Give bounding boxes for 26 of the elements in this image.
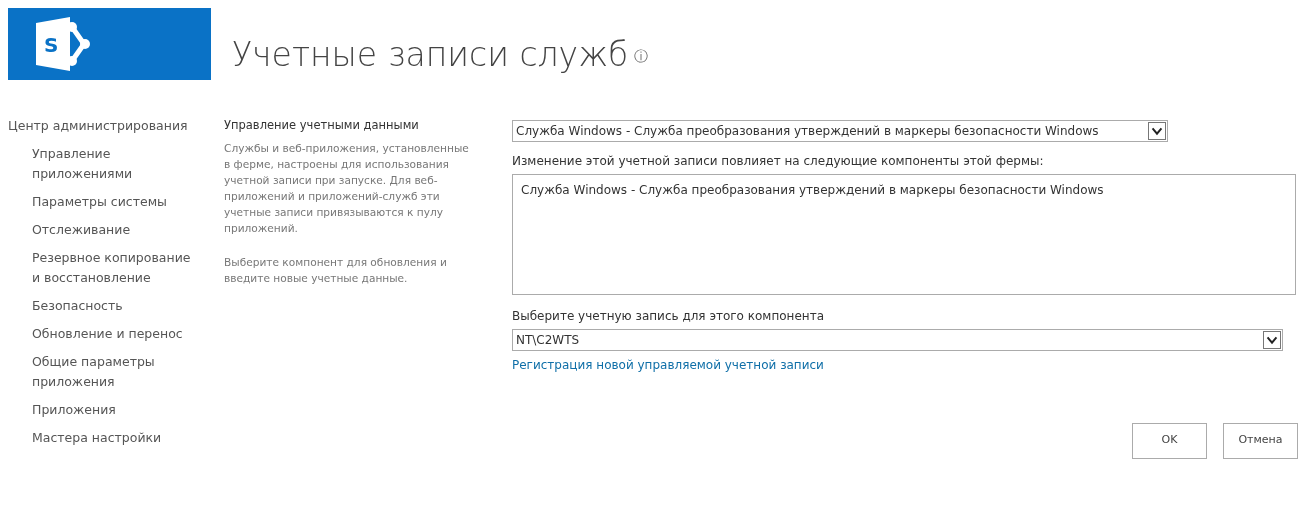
section-title: Управление учетными данными bbox=[224, 117, 420, 134]
nav-link[interactable]: Отслеживание bbox=[32, 220, 202, 240]
nav-link[interactable]: Общие параметры приложения bbox=[32, 352, 202, 392]
nav-link[interactable]: Управление приложениями bbox=[32, 144, 202, 184]
dropdown-field[interactable]: NT\C2WTS bbox=[512, 329, 1283, 351]
caret-icon bbox=[1263, 331, 1281, 349]
components-box[interactable]: Служба Windows - Служба преобразования утверждений в маркеры безопасности Windows bbox=[512, 174, 1296, 295]
nav-link[interactable]: Безопасность bbox=[32, 296, 202, 316]
ok-button[interactable]: OK bbox=[1132, 422, 1207, 459]
nav-link[interactable]: Параметры системы bbox=[32, 192, 202, 212]
page-title: Учетные записи служб bbox=[232, 35, 629, 74]
nav-link[interactable]: Обновление и перенос bbox=[32, 324, 202, 344]
logo-tile[interactable]: S bbox=[8, 8, 211, 80]
dropdown-field[interactable]: Служба Windows - Служба преобразования утверждений в маркеры безопасности Windows bbox=[512, 120, 1168, 142]
cancel-button[interactable]: Отмена bbox=[1223, 422, 1298, 459]
field-label: Выберите учетную запись для этого компонента bbox=[512, 308, 825, 325]
info-icon[interactable]: ⓘ bbox=[634, 48, 649, 64]
nav-link[interactable]: Резервное копирование и восстановление bbox=[32, 248, 202, 288]
caret-icon bbox=[1148, 122, 1166, 140]
nav-link[interactable]: Центр администрирования bbox=[8, 116, 224, 136]
register-account-link[interactable]: Регистрация новой управляемой учетной записи bbox=[512, 358, 824, 372]
nav-link[interactable]: Приложения bbox=[32, 400, 202, 420]
section-description: Службы и веб-приложения, установленные в ферме, настроены для использования учетной записи при запуске. Для веб-приложений и приложений-служб эти учетные записи привязываются к пулу приложений. bbox=[224, 141, 470, 237]
field-label: Изменение этой учетной записи повлияет на следующие компоненты этой фермы: bbox=[512, 153, 1045, 170]
nav-link[interactable]: Мастера настройки bbox=[32, 428, 202, 448]
section-description: Выберите компонент для обновления и введите новые учетные данные. bbox=[224, 255, 448, 287]
